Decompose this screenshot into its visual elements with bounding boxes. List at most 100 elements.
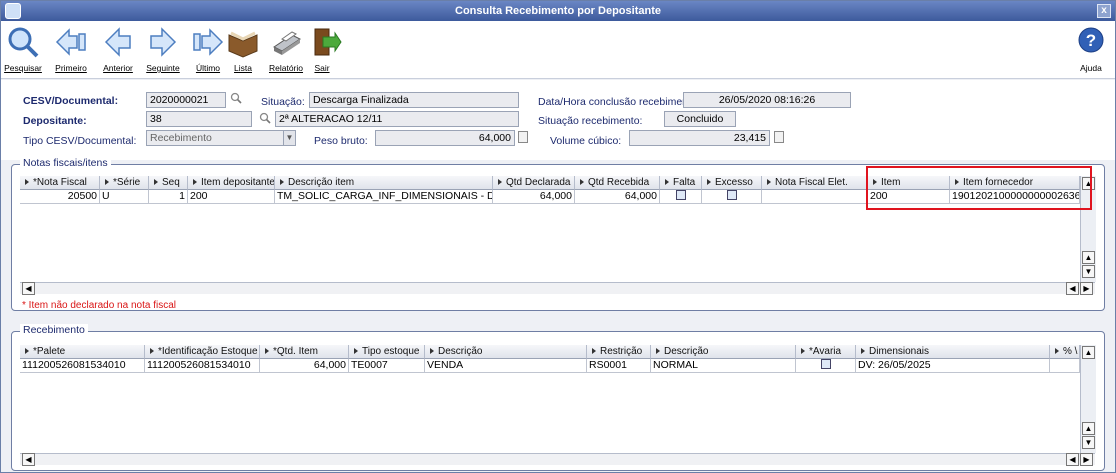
cell-falta[interactable] — [660, 190, 702, 204]
col-descricao-item[interactable]: Descrição item — [275, 176, 493, 190]
cesv-search-icon[interactable] — [230, 92, 242, 104]
last-arrow-icon — [193, 28, 224, 56]
scroll-up-icon[interactable]: ▲ — [1082, 346, 1095, 359]
cell-qtd-declarada[interactable]: 64,000 — [493, 190, 575, 204]
tipo-cesv-select[interactable]: Recebimento — [146, 130, 296, 146]
cell-tipo-estoque[interactable]: TE0007 — [349, 359, 425, 373]
app-icon — [5, 3, 21, 19]
volume-calculator-icon[interactable] — [774, 131, 784, 143]
col-qtd-item[interactable]: *Qtd. Item — [260, 345, 349, 359]
col-qtd-recebida[interactable]: Qtd Recebida — [575, 176, 660, 190]
scroll-down-icon[interactable]: ▼ — [1082, 265, 1095, 278]
cesv-label: CESV/Documental: — [23, 95, 119, 107]
cell-nota-fiscal-elet[interactable] — [762, 190, 868, 204]
col-restricao[interactable]: Restrição — [587, 345, 651, 359]
cell-qtd-item[interactable]: 64,000 — [260, 359, 349, 373]
recebimento-vertical-scrollbar[interactable]: ▲ ▲ ▼ — [1080, 345, 1096, 453]
scroll-down-icon[interactable]: ▼ — [1082, 436, 1095, 449]
svg-text:?: ? — [1086, 31, 1096, 50]
col-identificacao-estoque[interactable]: *Identificação Estoque — [145, 345, 260, 359]
anterior-button[interactable]: Anterior — [98, 25, 138, 73]
close-button[interactable]: x — [1097, 4, 1111, 18]
ultimo-button[interactable]: Último — [188, 25, 228, 73]
col-nota-fiscal-elet[interactable]: Nota Fiscal Elet. — [762, 176, 868, 190]
cell-serie[interactable]: U — [100, 190, 149, 204]
situacao-recebimento-field: Concluido — [664, 111, 736, 127]
scroll-up-icon[interactable]: ▲ — [1082, 251, 1095, 264]
col-falta[interactable]: Falta — [660, 176, 702, 190]
scroll-left-icon[interactable]: ◀ — [1066, 282, 1079, 295]
cell-excesso[interactable] — [702, 190, 762, 204]
help-icon: ? — [1078, 27, 1104, 53]
primeiro-button[interactable]: Primeiro — [51, 25, 91, 73]
window-title: Consulta Recebimento por Depositante — [455, 5, 661, 17]
notas-horizontal-scrollbar[interactable]: ◀ ◀ ▶ — [20, 282, 1095, 295]
cell-descricao[interactable]: VENDA — [425, 359, 587, 373]
scroll-left-icon[interactable]: ◀ — [1066, 453, 1079, 466]
col-dimensionais[interactable]: Dimensionais — [856, 345, 1050, 359]
pesquisar-button[interactable]: Pesquisar — [3, 25, 43, 73]
title-bar: Consulta Recebimento por Depositante x — [1, 1, 1115, 21]
sair-button[interactable]: Sair — [307, 25, 342, 73]
cesv-field[interactable]: 2020000021 — [146, 92, 226, 108]
relatorio-button[interactable]: Relatório — [265, 25, 307, 73]
scroll-left-icon[interactable]: ◀ — [22, 282, 35, 295]
excesso-checkbox[interactable] — [726, 190, 737, 200]
col-qtd-declarada[interactable]: Qtd Declarada — [493, 176, 575, 190]
col-palete[interactable]: *Palete — [20, 345, 145, 359]
seguinte-button[interactable]: Seguinte — [143, 25, 183, 73]
cell-percent[interactable] — [1050, 359, 1080, 373]
highlight-box — [866, 166, 1092, 210]
scroll-up-icon[interactable]: ▲ — [1082, 422, 1095, 435]
col-descricao-2[interactable]: Descrição — [651, 345, 796, 359]
col-nota-fiscal[interactable]: *Nota Fiscal — [20, 176, 100, 190]
col-seq[interactable]: Seq — [149, 176, 188, 190]
header-form: CESV/Documental: 2020000021 Situação: De… — [1, 80, 1115, 160]
scroll-left-icon[interactable]: ◀ — [22, 453, 35, 466]
cell-identificacao-estoque[interactable]: 111200526081534010 — [145, 359, 260, 373]
col-percent[interactable]: % \ — [1050, 345, 1080, 359]
col-excesso[interactable]: Excesso — [702, 176, 762, 190]
recebimento-horizontal-scrollbar[interactable]: ◀ ◀ ▶ — [20, 453, 1095, 466]
cell-restricao[interactable]: RS0001 — [587, 359, 651, 373]
depositante-search-icon[interactable] — [259, 112, 271, 124]
peso-calculator-icon[interactable] — [518, 131, 528, 143]
recebimento-grid: *Palete *Identificação Estoque *Qtd. Ite… — [20, 345, 1096, 466]
chevron-down-icon[interactable]: ▼ — [283, 131, 295, 145]
col-item-depositante[interactable]: Item depositante — [188, 176, 275, 190]
col-avaria[interactable]: *Avaria — [796, 345, 856, 359]
situacao-label: Situação: — [261, 96, 305, 108]
col-serie[interactable]: *Série — [100, 176, 149, 190]
book-icon — [228, 31, 258, 58]
cell-qtd-recebida[interactable]: 64,000 — [575, 190, 660, 204]
cell-descricao-2[interactable]: NORMAL — [651, 359, 796, 373]
situacao-recebimento-label: Situação recebimento: — [538, 115, 643, 127]
cell-nota-fiscal[interactable]: 20500 — [20, 190, 100, 204]
depositante-label: Depositante: — [23, 115, 87, 127]
cell-avaria[interactable] — [796, 359, 856, 373]
falta-checkbox[interactable] — [675, 190, 686, 200]
notas-fiscais-group: Notas fiscais/itens *Nota Fiscal *Série … — [11, 157, 1105, 311]
scroll-right-icon[interactable]: ▶ — [1080, 282, 1093, 295]
next-arrow-icon — [150, 27, 177, 57]
exit-door-icon — [314, 28, 342, 56]
depositante-code-field[interactable]: 38 — [146, 111, 252, 127]
scroll-right-icon[interactable]: ▶ — [1080, 453, 1093, 466]
situacao-field: Descarga Finalizada — [309, 92, 519, 108]
cell-descricao-item[interactable]: TM_SOLIC_CARGA_INF_DIMENSIONAIS - DV — [275, 190, 493, 204]
lista-button[interactable]: Lista — [223, 25, 263, 73]
data-conclusao-label: Data/Hora conclusão recebimento: — [538, 96, 700, 108]
footnote: * Item não declarado na nota fiscal — [22, 300, 176, 311]
col-tipo-estoque[interactable]: Tipo estoque — [349, 345, 425, 359]
volume-cubico-label: Volume cúbico: — [550, 135, 622, 147]
cell-dimensionais[interactable]: DV: 26/05/2025 — [856, 359, 1050, 373]
cell-seq[interactable]: 1 — [149, 190, 188, 204]
volume-cubico-field: 23,415 — [629, 130, 770, 146]
ajuda-button[interactable]: ? Ajuda — [1073, 25, 1109, 73]
avaria-checkbox[interactable] — [820, 359, 831, 369]
magnifier-icon — [8, 27, 39, 58]
cell-palete[interactable]: 111200526081534010 — [20, 359, 145, 373]
main-window: Consulta Recebimento por Depositante x P… — [0, 0, 1116, 473]
cell-item-depositante[interactable]: 200 — [188, 190, 275, 204]
col-descricao[interactable]: Descrição — [425, 345, 587, 359]
